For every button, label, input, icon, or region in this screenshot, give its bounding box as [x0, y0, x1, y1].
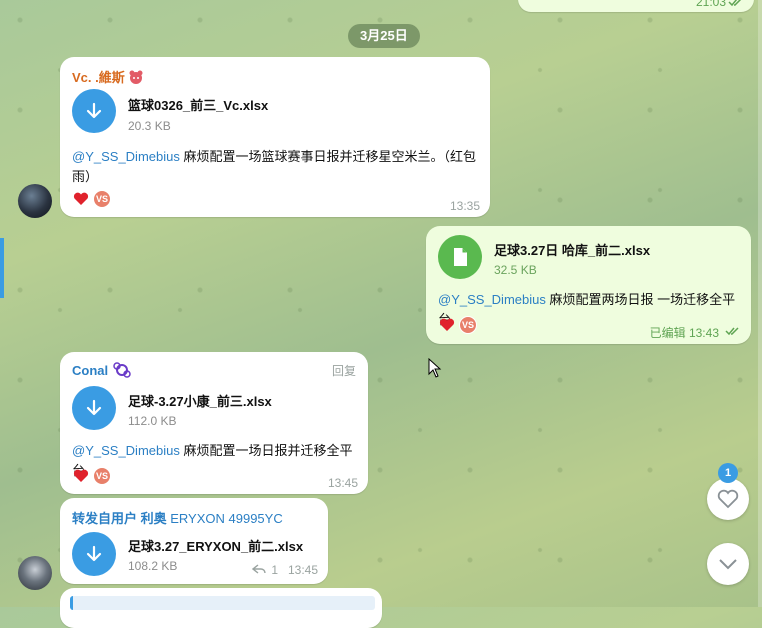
heart-icon[interactable] — [438, 316, 456, 334]
message-time: 21:03 — [695, 0, 726, 9]
incoming-message[interactable]: Conal 回复 足球-3.27小康_前三.xlsx 112.0 KB @Y_S… — [60, 352, 368, 494]
reply-button[interactable]: 回复 — [332, 362, 356, 379]
message-time: 13:45 — [287, 563, 318, 577]
sender-emoji-icon — [113, 362, 131, 378]
message-time: 已编辑 13:43 — [649, 326, 719, 340]
sender-name[interactable]: Conal — [72, 362, 132, 378]
download-button[interactable] — [72, 532, 116, 576]
reaction-user-avatar: VS — [93, 190, 111, 208]
file-name[interactable]: 篮球0326_前三_Vc.xlsx — [128, 95, 268, 114]
file-size: 112.0 KB — [128, 414, 177, 428]
avatar[interactable] — [18, 184, 52, 218]
file-size: 20.3 KB — [128, 119, 171, 133]
file-size: 32.5 KB — [494, 263, 537, 277]
download-icon — [86, 102, 102, 119]
file-name[interactable]: 足球3.27_ERYXON_前二.xlsx — [128, 536, 303, 555]
chevron-down-icon — [719, 559, 737, 570]
file-icon — [454, 248, 467, 266]
forwarded-from[interactable]: 转发自用户 利奥 ERYXON 49995YC — [72, 508, 283, 527]
file-name[interactable]: 足球3.27日 哈库_前二.xlsx — [494, 240, 650, 259]
reactions[interactable]: VS — [438, 316, 477, 334]
double-check-icon — [728, 0, 742, 7]
reactions[interactable]: VS — [72, 190, 111, 208]
outgoing-message[interactable]: 足球3.27日 哈库_前二.xlsx 32.5 KB @Y_SS_Dimebiu… — [426, 226, 751, 344]
download-icon — [86, 545, 102, 562]
sender-name[interactable]: Vc. .維斯 — [72, 67, 144, 86]
file-button[interactable] — [438, 235, 482, 279]
reply-count: 1 — [271, 563, 278, 577]
file-size: 108.2 KB — [128, 559, 178, 573]
message-time: 13:45 — [327, 476, 358, 490]
download-button[interactable] — [72, 386, 116, 430]
message-text: @Y_SS_Dimebius 麻烦配置一场篮球赛事日报并迁移星空米兰。（红包 雨） — [72, 149, 476, 184]
message-text: @Y_SS_Dimebius 麻烦配置一场日报并迁移全平台 — [72, 443, 353, 478]
avatar[interactable] — [18, 556, 52, 590]
heart-icon[interactable] — [72, 467, 90, 485]
mention-link[interactable]: @Y_SS_Dimebius — [72, 443, 180, 458]
heart-outline-icon — [717, 489, 739, 509]
download-icon — [86, 399, 102, 416]
unread-reactions-badge: 1 — [718, 463, 738, 483]
scrollbar[interactable] — [758, 0, 762, 607]
forwarded-message[interactable]: 转发自用户 利奥 ERYXON 49995YC 足球3.27_ERYXON_前二… — [60, 498, 328, 584]
mouse-cursor-icon — [428, 358, 442, 378]
mention-link[interactable]: @Y_SS_Dimebius — [72, 149, 180, 164]
quoted-reply-bar — [70, 596, 375, 610]
reactions-jump-button[interactable] — [707, 478, 749, 520]
partial-outgoing-message[interactable]: 21:03 — [518, 0, 754, 12]
sender-emoji-icon — [129, 70, 143, 84]
message-time: 13:35 — [449, 199, 480, 213]
reaction-user-avatar: VS — [93, 467, 111, 485]
mention-link[interactable]: @Y_SS_Dimebius — [438, 292, 546, 307]
date-divider: 3月25日 — [348, 24, 420, 48]
incoming-message[interactable]: Vc. .維斯 篮球0326_前三_Vc.xlsx 20.3 KB @Y_SS_… — [60, 57, 490, 217]
reactions[interactable]: VS — [72, 467, 111, 485]
reply-arrow-icon — [252, 564, 266, 574]
double-check-icon — [725, 327, 739, 336]
download-button[interactable] — [72, 89, 116, 133]
left-panel-edge — [0, 238, 4, 298]
file-name[interactable]: 足球-3.27小康_前三.xlsx — [128, 391, 272, 410]
scroll-down-button[interactable] — [707, 543, 749, 585]
partial-incoming-message[interactable] — [60, 588, 382, 628]
reaction-user-avatar: VS — [459, 316, 477, 334]
heart-icon[interactable] — [72, 190, 90, 208]
